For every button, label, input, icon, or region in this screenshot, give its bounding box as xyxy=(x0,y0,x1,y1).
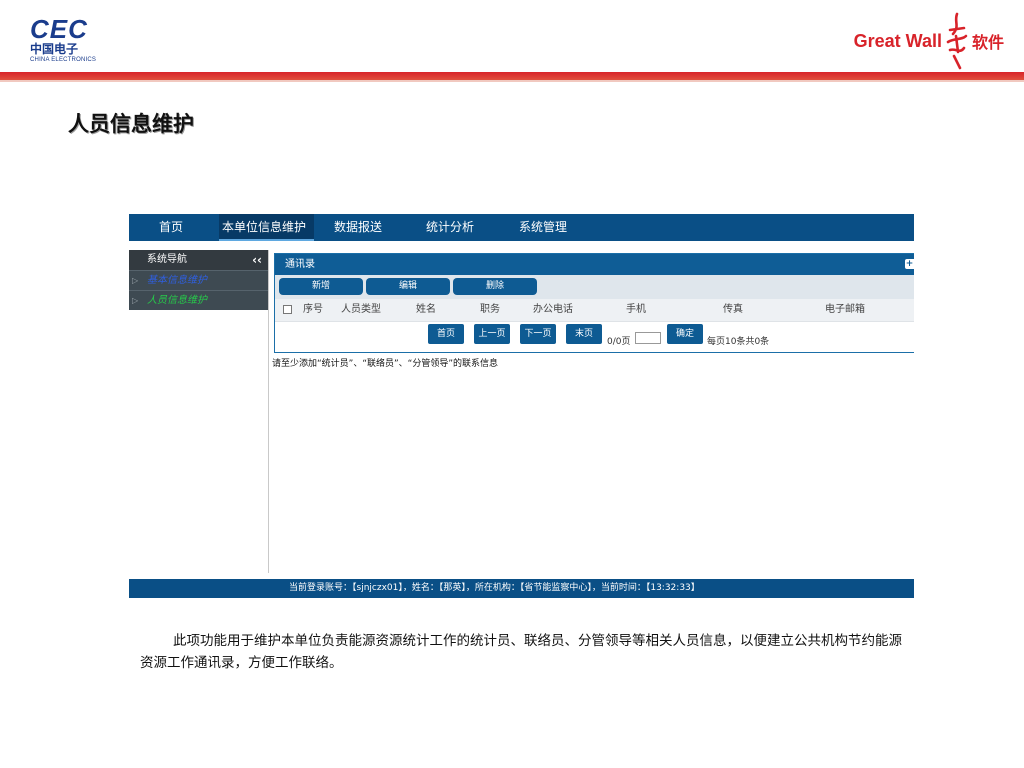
cec-logo-cn: 中国电子 xyxy=(30,42,79,56)
sidebar-item-label: 基本信息维护 xyxy=(147,275,207,286)
cec-logo-en: CHINA ELECTRONICS xyxy=(30,57,97,63)
col-fax: 传真 xyxy=(723,304,743,315)
confirm-page-button[interactable]: 确定 xyxy=(667,324,703,344)
status-bar: 当前登录账号：【sjnjczx01】，姓名：【那英】，所在机构：【省节能监察中心… xyxy=(129,579,914,598)
delete-button[interactable]: 删除 xyxy=(453,278,537,295)
col-email: 电子邮箱 xyxy=(825,304,865,315)
col-position: 职务 xyxy=(480,304,500,315)
nav-statistics[interactable]: 统计分析 xyxy=(426,214,486,241)
top-nav: 首页 本单位信息维护 数据报送 统计分析 系统管理 xyxy=(129,214,914,241)
cec-logo: CEC 中国电子 CHINA ELECTRONICS xyxy=(30,16,100,64)
next-page-button[interactable]: 下一页 xyxy=(520,324,556,344)
sidebar-header: 系统导航 ‹‹ xyxy=(129,250,268,270)
page-summary: 每页10条共0条 xyxy=(707,337,770,347)
col-office-phone: 办公电话 xyxy=(533,304,573,315)
panel-title: 通讯录 xyxy=(285,259,315,270)
col-name: 姓名 xyxy=(416,304,436,315)
col-person-type: 人员类型 xyxy=(341,304,381,315)
expand-arrow-icon: ▷ xyxy=(132,276,139,285)
select-all-checkbox[interactable] xyxy=(283,305,292,314)
nav-data-report[interactable]: 数据报送 xyxy=(334,214,394,241)
sidebar-item-label: 人员信息维护 xyxy=(147,295,207,306)
nav-system-admin[interactable]: 系统管理 xyxy=(519,214,579,241)
required-contacts-note: 请至少添加“统计员”、“联络员”、“分管领导”的联系信息 xyxy=(272,359,498,369)
first-page-button[interactable]: 首页 xyxy=(428,324,464,344)
app-screenshot: 首页 本单位信息维护 数据报送 统计分析 系统管理 系统导航 ‹‹ ▷ 基本信息… xyxy=(129,214,914,598)
expand-panel-icon[interactable]: + xyxy=(905,259,914,269)
prev-page-button[interactable]: 上一页 xyxy=(474,324,510,344)
contacts-panel: 通讯录 + 新增 编辑 删除 序号 人员类型 姓名 职务 办公电话 手机 传真 … xyxy=(274,253,914,353)
page-number-input[interactable] xyxy=(635,332,661,344)
add-button[interactable]: 新增 xyxy=(279,278,363,295)
greatwall-logo-en: Great Wall xyxy=(853,30,942,51)
col-mobile: 手机 xyxy=(626,304,646,315)
status-text: 当前登录账号：【sjnjczx01】，姓名：【那英】，所在机构：【省节能监察中心… xyxy=(289,583,700,593)
sidebar-title: 系统导航 xyxy=(147,254,187,265)
greatwall-logo-cn: 软件 xyxy=(971,33,1004,52)
sidebar-item-personnel-info[interactable]: ▷ 人员信息维护 xyxy=(129,290,268,310)
slide-title: 人员信息维护 xyxy=(68,112,194,136)
slide-description: 此项功能用于维护本单位负责能源资源统计工作的统计员、联络员、分管领导等相关人员信… xyxy=(140,633,902,671)
page-info: 0/0页 xyxy=(607,337,631,347)
edit-button[interactable]: 编辑 xyxy=(366,278,450,295)
col-index: 序号 xyxy=(303,304,323,315)
nav-home[interactable]: 首页 xyxy=(159,214,189,241)
pager: 首页 上一页 下一页 末页 0/0页 确定 每页10条共0条 xyxy=(275,322,914,352)
greatwall-logo: Great Wall 软件 xyxy=(854,12,1004,70)
panel-toolbar: 新增 编辑 删除 xyxy=(275,275,914,299)
header-red-bar-shadow xyxy=(0,80,1024,82)
expand-arrow-icon: ▷ xyxy=(132,296,139,305)
collapse-icon[interactable]: ‹‹ xyxy=(252,250,262,270)
table-header: 序号 人员类型 姓名 职务 办公电话 手机 传真 电子邮箱 xyxy=(275,299,914,322)
nav-unit-info[interactable]: 本单位信息维护 xyxy=(219,214,314,241)
sidebar-item-basic-info[interactable]: ▷ 基本信息维护 xyxy=(129,270,268,290)
sidebar: 系统导航 ‹‹ ▷ 基本信息维护 ▷ 人员信息维护 xyxy=(129,250,269,573)
header-red-bar xyxy=(0,72,1024,80)
last-page-button[interactable]: 末页 xyxy=(566,324,602,344)
greatwall-logo-icon xyxy=(946,12,968,70)
panel-header: 通讯录 + xyxy=(275,254,914,275)
cec-logo-mark: CEC xyxy=(30,14,88,44)
nav-subbar xyxy=(129,241,914,250)
